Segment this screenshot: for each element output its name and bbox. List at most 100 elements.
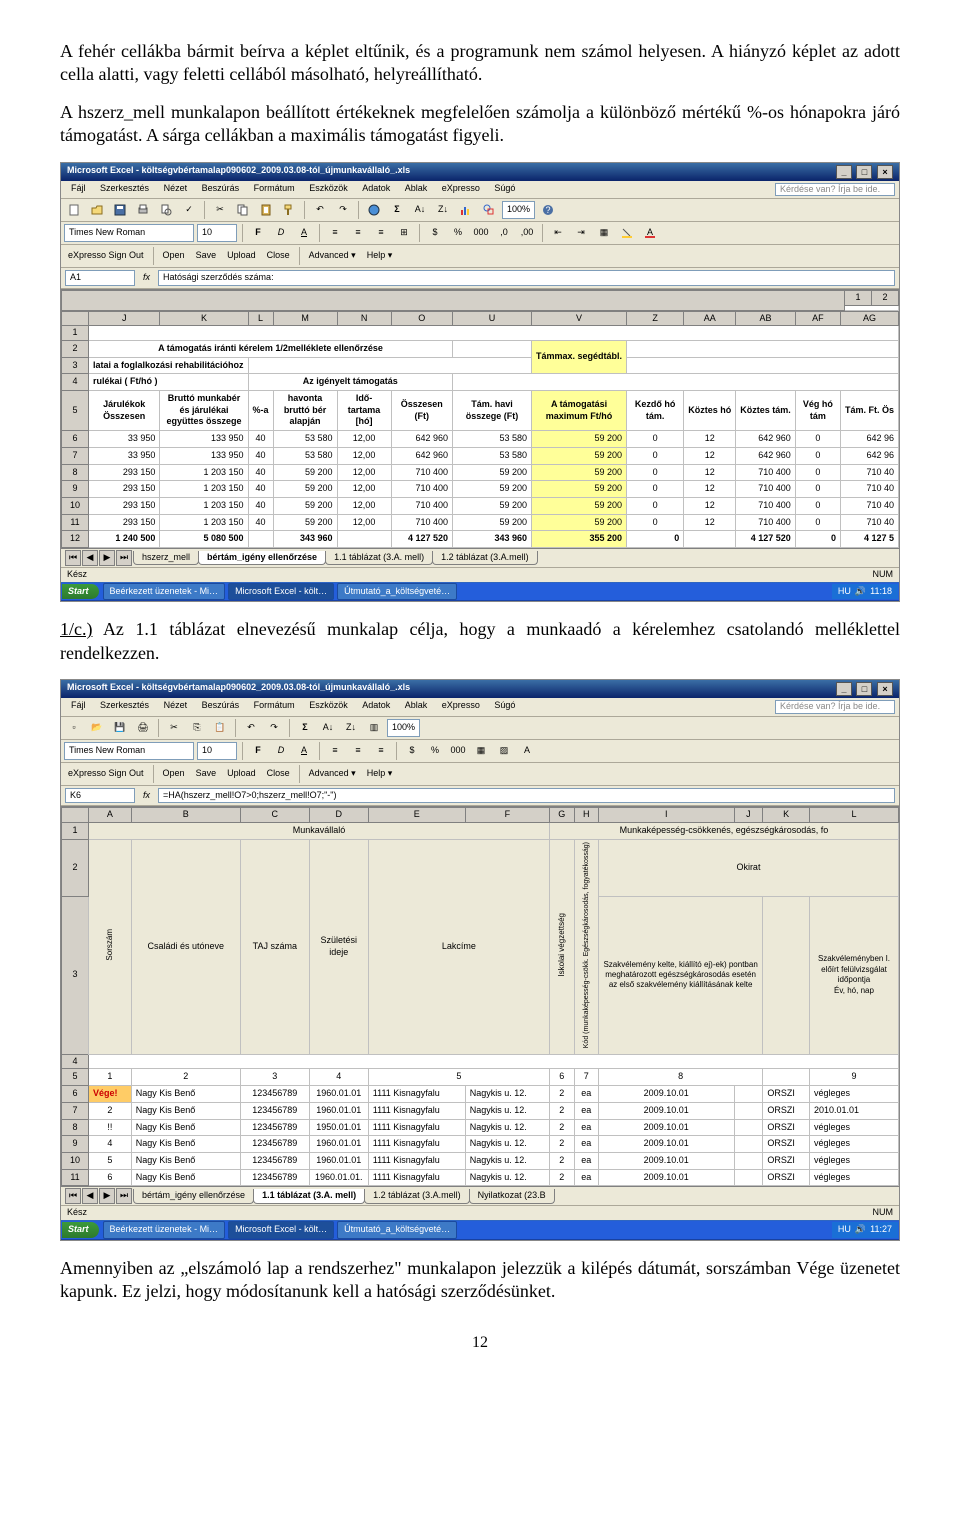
row-hdr[interactable]: 7	[62, 1102, 89, 1119]
cell[interactable]: 33 950	[89, 447, 160, 464]
cell[interactable]: ORSZI	[763, 1152, 810, 1169]
cell[interactable]: 59 200	[273, 464, 337, 481]
menu-edit[interactable]: Szerkesztés	[94, 698, 155, 712]
col-hdr[interactable]: A	[89, 808, 132, 823]
col-hdr[interactable]: M	[273, 311, 337, 326]
cell[interactable]: 0	[627, 514, 684, 531]
row-hdr[interactable]: 2	[62, 341, 89, 358]
cell[interactable]	[763, 1069, 810, 1086]
sheet-tab[interactable]: 1.1 táblázat (3.A. mell)	[325, 551, 433, 566]
cell[interactable]: 4	[309, 1069, 368, 1086]
cell[interactable]: ORSZI	[763, 1119, 810, 1136]
cell[interactable]: Vég hó tám	[795, 391, 840, 431]
cell[interactable]: 0	[795, 531, 840, 548]
cell[interactable]: 710 400	[391, 514, 452, 531]
maximize-button[interactable]: □	[856, 682, 872, 696]
taskbar-button[interactable]: Útmutató_a_költségveté…	[337, 1221, 457, 1239]
cell[interactable]: 33 950	[89, 431, 160, 448]
row-hdr[interactable]: 8	[62, 1119, 89, 1136]
cell[interactable]: 6	[549, 1069, 574, 1086]
cell[interactable]: 2009.10.01	[598, 1152, 734, 1169]
inc-indent-icon[interactable]: ⇥	[571, 223, 591, 243]
cell[interactable]: Nagykis u. 12.	[465, 1152, 549, 1169]
italic-button[interactable]: D	[271, 741, 291, 761]
cell[interactable]: havonta bruttó bér alapján	[273, 391, 337, 431]
taskbar-button[interactable]: Microsoft Excel - költ…	[228, 1221, 334, 1239]
expresso-upload[interactable]: Upload	[223, 246, 260, 266]
help-search-input[interactable]: Kérdése van? Írja be ide.	[775, 183, 895, 197]
cell[interactable]: 2010.01.01	[810, 1102, 899, 1119]
font-size-combo[interactable]: 10	[197, 742, 237, 760]
bold-button[interactable]: F	[248, 741, 268, 761]
cell[interactable]: 2	[549, 1152, 574, 1169]
cell[interactable]: 5	[368, 1069, 549, 1086]
zoom-combo[interactable]: 100%	[387, 719, 420, 737]
cell[interactable]: 710 400	[391, 497, 452, 514]
cell[interactable]: latai a foglalkozási rehabilitációhoz	[89, 357, 249, 374]
tab-nav-last[interactable]: ⏭	[116, 1188, 132, 1204]
cell[interactable]: 53 580	[453, 431, 532, 448]
drawing-icon[interactable]	[479, 200, 499, 220]
thousand-icon[interactable]: 000	[448, 741, 468, 761]
cell[interactable]: Munkavállaló	[89, 823, 550, 840]
cell[interactable]: 1111 Kisnagyfalu	[368, 1086, 465, 1103]
col-hdr[interactable]: AB	[736, 311, 796, 326]
expresso-upload[interactable]: Upload	[223, 764, 260, 784]
row-hdr[interactable]: 11	[62, 514, 89, 531]
cell[interactable]: Idő- tartama [hó]	[337, 391, 391, 431]
close-button[interactable]: ×	[877, 682, 893, 696]
cell[interactable]: Nagykis u. 12.	[465, 1169, 549, 1186]
cell[interactable]: ORSZI	[763, 1086, 810, 1103]
cell[interactable]: 642 96	[840, 447, 898, 464]
cell[interactable]: 2	[549, 1119, 574, 1136]
cell[interactable]: 12	[684, 497, 736, 514]
cell[interactable]: Nagykis u. 12.	[465, 1086, 549, 1103]
cell[interactable]: Kezdő hó tám.	[627, 391, 684, 431]
taskbar-button[interactable]: Beérkezett üzenetek - Mi…	[103, 583, 226, 601]
col-hdr[interactable]: B	[131, 808, 240, 823]
cell[interactable]: 4 127 520	[391, 531, 452, 548]
row-hdr[interactable]: 10	[62, 1152, 89, 1169]
cell[interactable]: 123456789	[240, 1119, 309, 1136]
spellcheck-icon[interactable]: ✓	[179, 200, 199, 220]
cell[interactable]: 53 580	[273, 431, 337, 448]
cell[interactable]: 1 203 150	[160, 481, 248, 498]
col-hdr[interactable]: C	[240, 808, 309, 823]
inc-decimal-icon[interactable]: ,0	[494, 223, 514, 243]
tab-nav-last[interactable]: ⏭	[116, 550, 132, 566]
menu-expresso[interactable]: eXpresso	[436, 698, 486, 712]
redo-icon[interactable]: ↷	[264, 718, 284, 738]
cell[interactable]: 1111 Kisnagyfalu	[368, 1136, 465, 1153]
col-hdr[interactable]: L	[810, 808, 899, 823]
borders-icon[interactable]: ▦	[594, 223, 614, 243]
thousand-icon[interactable]: 000	[471, 223, 491, 243]
row-hdr[interactable]: 1	[62, 326, 89, 341]
cell[interactable]: %-a	[248, 391, 273, 431]
col-hdr[interactable]: J	[734, 808, 763, 823]
minimize-button[interactable]: _	[836, 165, 852, 179]
expresso-save[interactable]: Save	[192, 246, 221, 266]
row-hdr[interactable]: 6	[62, 431, 89, 448]
menu-tools[interactable]: Eszközök	[303, 698, 354, 712]
col-hdr[interactable]: AG	[840, 311, 898, 326]
cell[interactable]: Munkaképesség-csökkenés, egészségkárosod…	[549, 823, 898, 840]
close-button[interactable]: ×	[877, 165, 893, 179]
cell[interactable]: 710 40	[840, 497, 898, 514]
row-hdr[interactable]: 3	[62, 896, 89, 1054]
cell[interactable]: végleges	[810, 1086, 899, 1103]
expresso-advanced[interactable]: Advanced ▾	[305, 246, 360, 266]
merge-icon[interactable]: ⊞	[394, 223, 414, 243]
underline-button[interactable]: A	[294, 223, 314, 243]
tab-nav-next[interactable]: ▶	[99, 550, 115, 566]
cell[interactable]	[248, 531, 273, 548]
menu-help[interactable]: Súgó	[488, 181, 521, 195]
cell[interactable]: 642 960	[736, 431, 796, 448]
cell[interactable]: 12,00	[337, 497, 391, 514]
col-hdr[interactable]: V	[532, 311, 627, 326]
start-button[interactable]: Start	[62, 584, 99, 600]
cell[interactable]: 123456789	[240, 1152, 309, 1169]
cell[interactable]: 355 200	[532, 531, 627, 548]
menu-tools[interactable]: Eszközök	[303, 181, 354, 195]
tab-nav-first[interactable]: ⏮	[65, 1188, 81, 1204]
cell[interactable]: 642 960	[391, 431, 452, 448]
